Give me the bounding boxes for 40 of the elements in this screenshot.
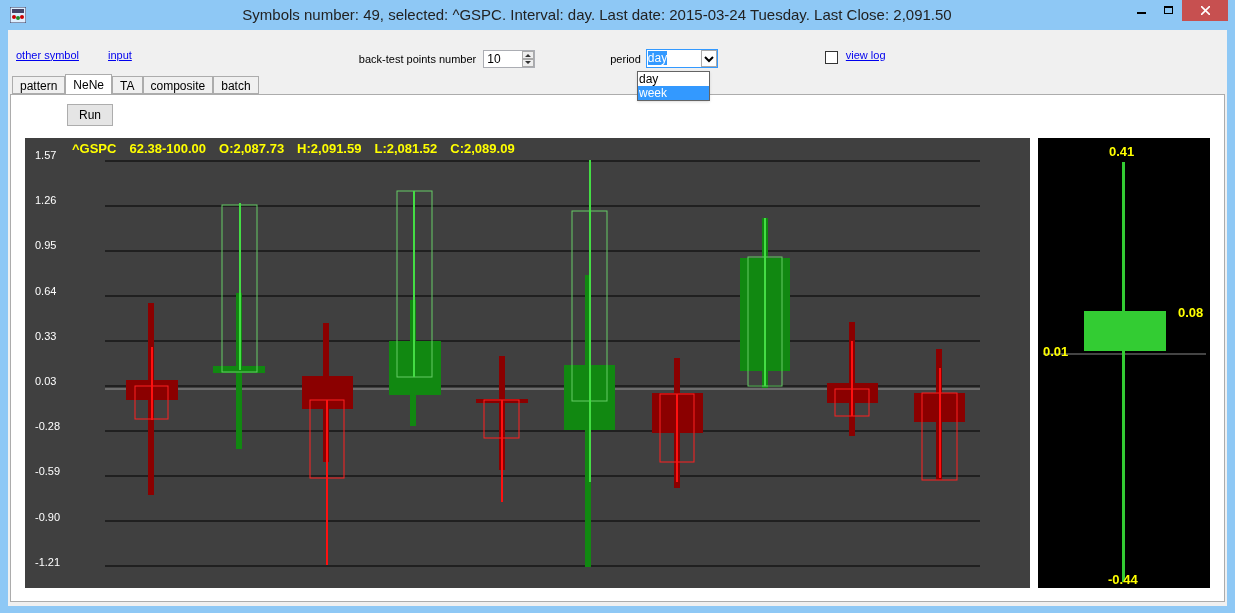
app-icon [10,7,26,23]
chart-header-text: L:2,081.52 [374,140,438,158]
close-value: 0.01 [1043,343,1069,361]
spin-arrows-icon [522,51,535,67]
chart-header-text: O:2,087.73 [219,140,285,158]
y-axis-label: 0.03 [35,374,57,388]
dropdown-option[interactable]: day [638,72,709,86]
other-symbol-link[interactable]: other symbol [16,46,79,64]
input-link[interactable]: input [108,46,132,64]
y-axis-label: -0.28 [35,419,61,434]
tab[interactable]: composite [142,76,214,94]
y-axis-label: 0.64 [35,283,57,298]
run-button[interactable]: Run [67,104,113,126]
close-icon [1200,6,1210,15]
chart-header-text: ^GSPC [72,140,117,158]
tab[interactable]: NeNe [65,74,113,94]
tab[interactable]: batch [213,76,259,94]
chart-header-text: H:2,091.59 [297,140,362,158]
period-label: period [610,51,641,67]
y-axis-label: -1.21 [35,554,61,569]
y-axis-label: 1.26 [35,193,57,208]
close-button[interactable] [1182,0,1228,21]
y-axis-label: 1.57 [35,148,57,162]
y-axis-label: -0.59 [35,464,61,479]
low-value: -0.44 [1108,571,1138,589]
tab[interactable]: TA [112,76,143,94]
y-axis-label: 0.33 [35,328,57,343]
tab[interactable]: pattern [12,76,66,94]
y-axis-label: -0.90 [35,509,61,524]
chart-header-text: 62.38-100.00 [129,140,207,158]
view-log-checkbox[interactable] [824,50,838,64]
caret-icon [700,49,717,67]
backtest-label: back-test points number [358,51,477,67]
view-log-link[interactable]: view log [845,46,886,64]
y-axis-label: 0.95 [35,238,57,253]
open-value: 0.08 [1178,304,1204,322]
chart-header-text: C:2,089.09 [450,140,515,158]
window-title: Symbols number: 49, selected: ^GSPC. Interval: day. Last date: 2015-03-24 Tuesday. Last Close: 2,091.50 [241,4,953,25]
high-value: 0.41 [1108,142,1136,162]
backtest-spin-field[interactable]: 10 [483,50,536,68]
